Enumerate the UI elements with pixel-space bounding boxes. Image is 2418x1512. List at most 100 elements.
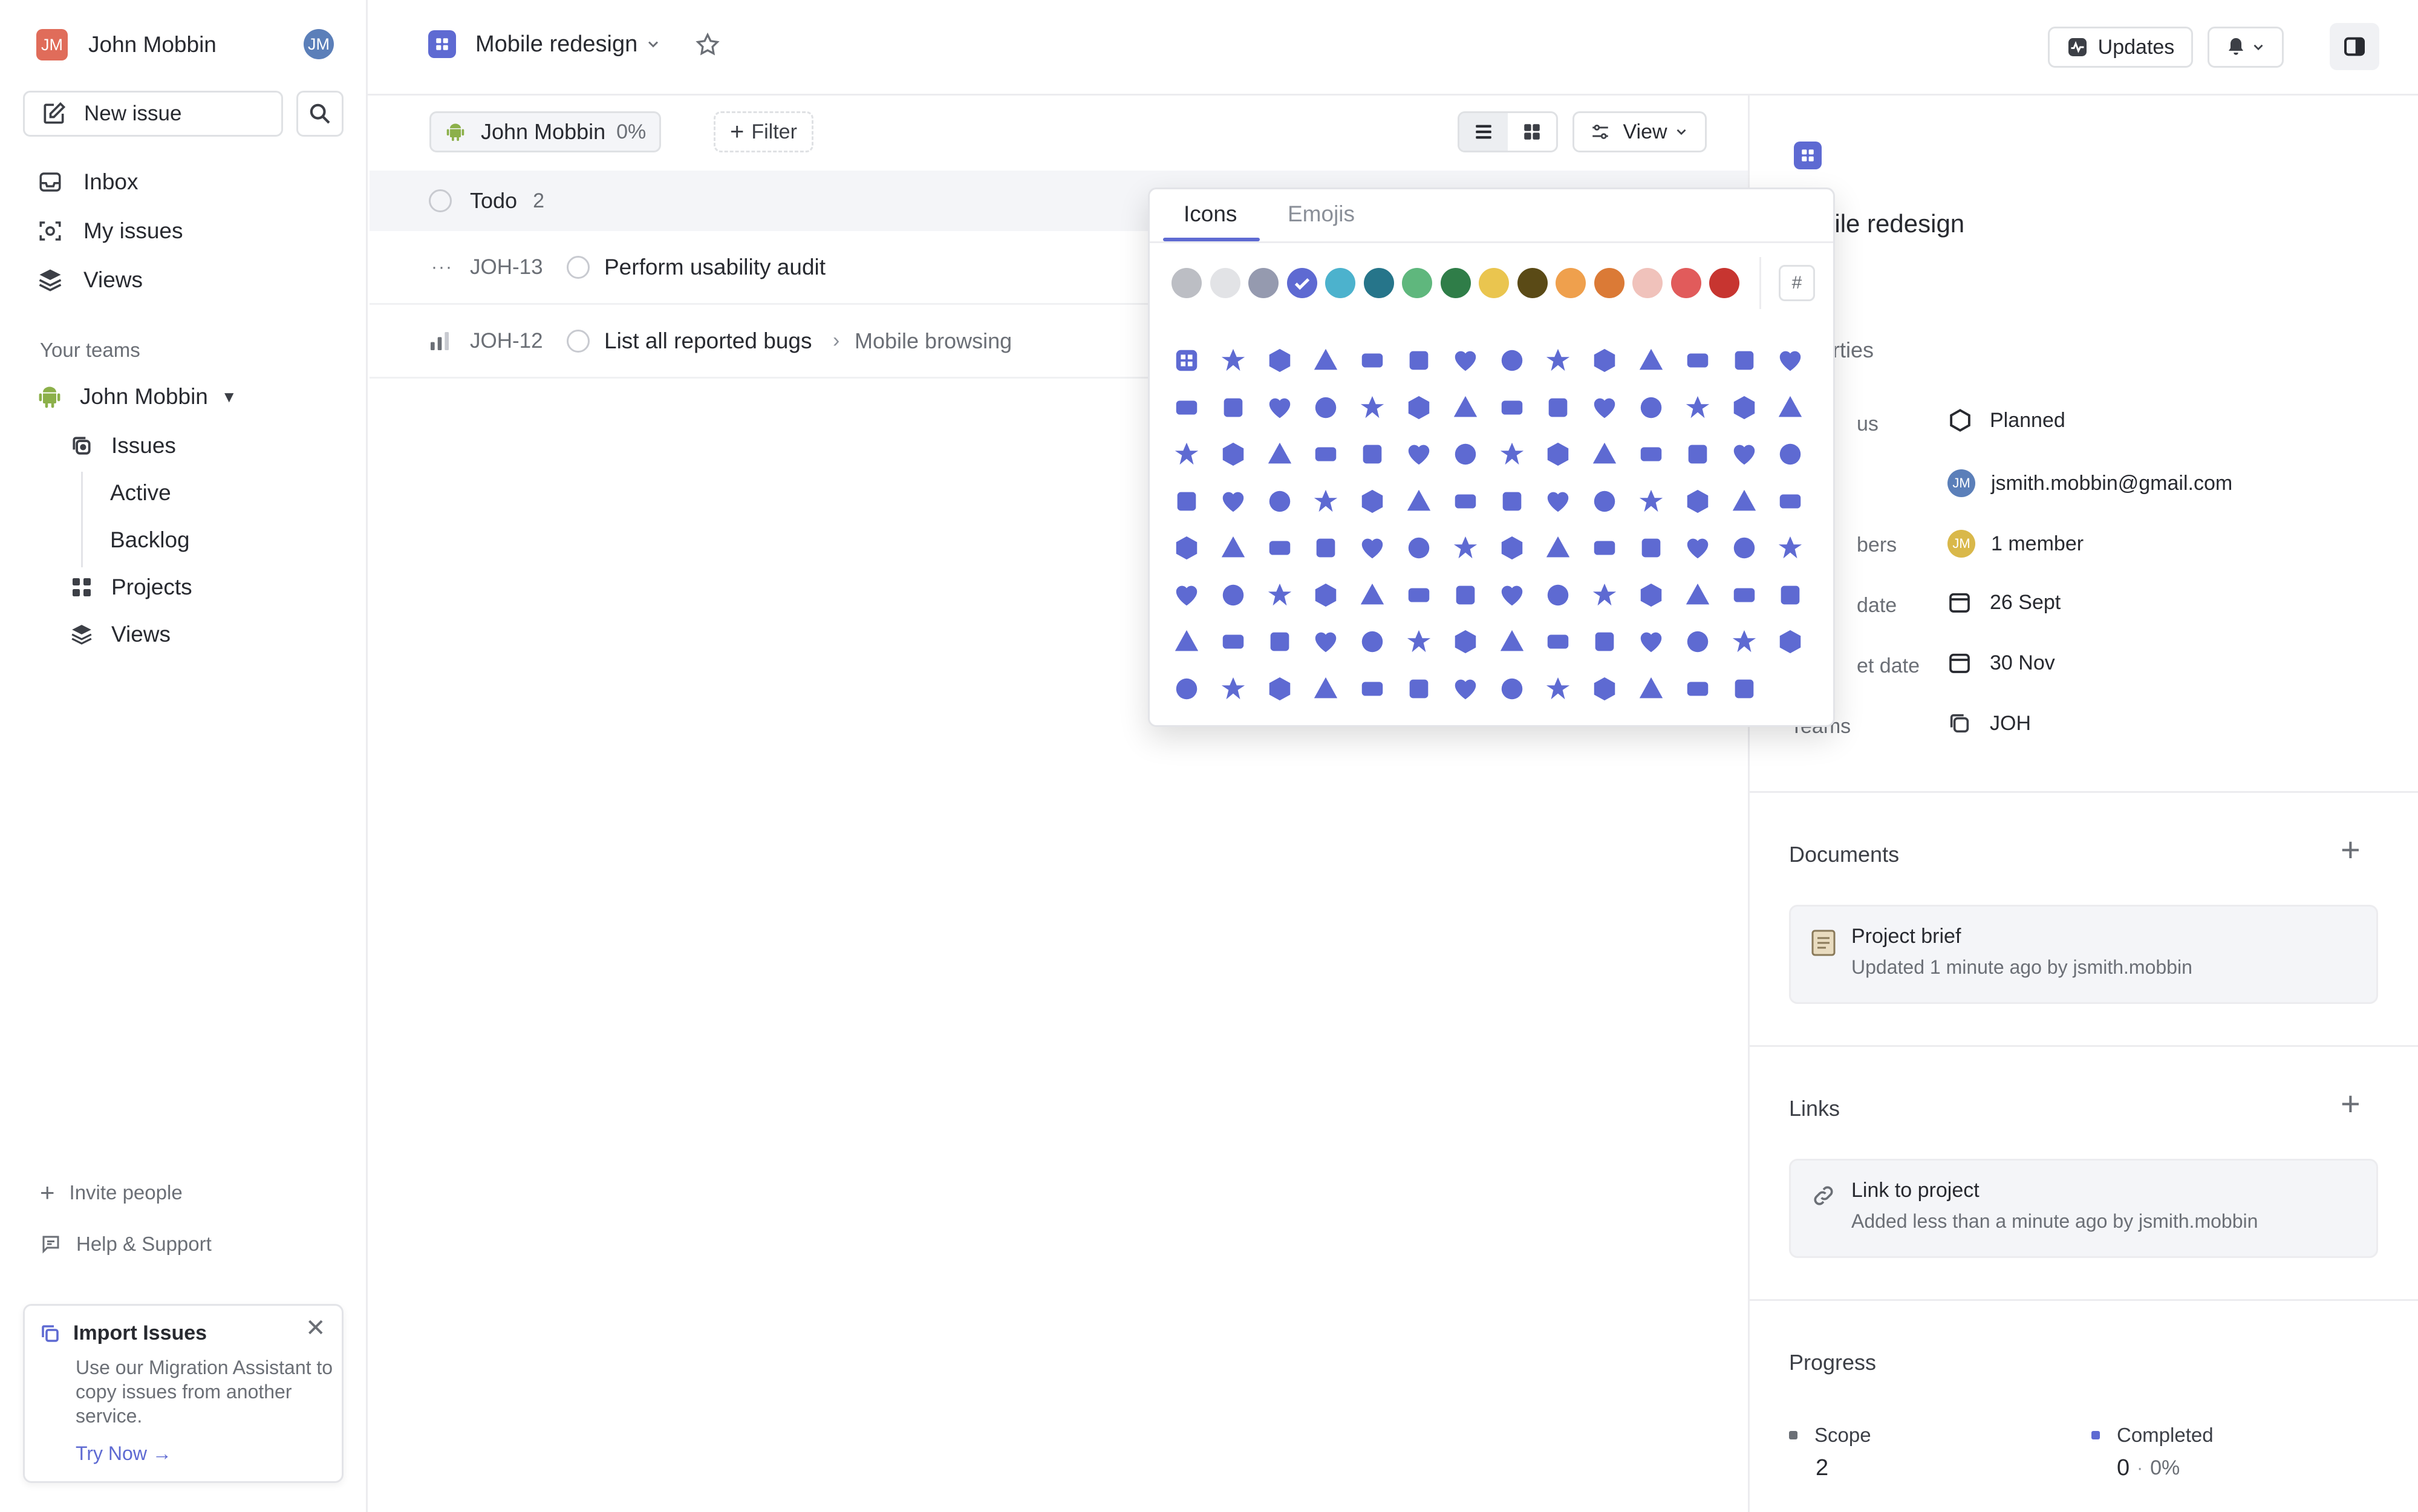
status-value[interactable]: Planned xyxy=(1947,408,2065,433)
picker-icon[interactable] xyxy=(1405,487,1433,515)
color-swatch[interactable] xyxy=(1556,268,1586,298)
picker-icon[interactable] xyxy=(1544,347,1572,374)
picker-icon[interactable] xyxy=(1637,581,1665,609)
picker-icon[interactable] xyxy=(1173,628,1201,656)
tab-emojis[interactable]: Emojis xyxy=(1288,201,1355,227)
invite-people-link[interactable]: + Invite people xyxy=(40,1178,183,1207)
picker-icon[interactable] xyxy=(1219,534,1247,562)
picker-icon[interactable] xyxy=(1730,581,1758,609)
picker-icon[interactable] xyxy=(1498,347,1526,374)
picker-icon[interactable] xyxy=(1266,394,1294,422)
picker-icon[interactable] xyxy=(1312,394,1340,422)
team-projects[interactable]: Projects xyxy=(68,566,370,608)
notifications-button[interactable] xyxy=(2208,27,2284,68)
updates-button[interactable]: Updates xyxy=(2048,27,2193,68)
picker-icon[interactable] xyxy=(1312,628,1340,656)
picker-icon[interactable] xyxy=(1173,534,1201,562)
picker-icon[interactable] xyxy=(1358,581,1386,609)
picker-icon[interactable] xyxy=(1637,440,1665,468)
picker-icon[interactable] xyxy=(1591,487,1618,515)
team-filter-chip[interactable]: John Mobbin 0% xyxy=(429,111,662,152)
picker-icon[interactable] xyxy=(1730,675,1758,703)
picker-icon[interactable] xyxy=(1405,440,1433,468)
color-swatch[interactable] xyxy=(1670,268,1701,298)
picker-icon[interactable] xyxy=(1684,581,1712,609)
picker-icon[interactable] xyxy=(1266,534,1294,562)
nav-inbox[interactable]: Inbox xyxy=(36,161,339,203)
picker-icon[interactable] xyxy=(1498,628,1526,656)
list-layout-button[interactable] xyxy=(1459,113,1508,151)
picker-icon[interactable] xyxy=(1266,628,1294,656)
picker-icon[interactable] xyxy=(1219,440,1247,468)
picker-icon[interactable] xyxy=(1358,394,1386,422)
picker-icon[interactable] xyxy=(1173,347,1201,374)
picker-icon[interactable] xyxy=(1266,487,1294,515)
picker-icon[interactable] xyxy=(1730,628,1758,656)
picker-icon[interactable] xyxy=(1591,581,1618,609)
toggle-panel-button[interactable] xyxy=(2330,23,2379,70)
picker-icon[interactable] xyxy=(1591,675,1618,703)
color-swatch[interactable] xyxy=(1440,268,1471,298)
picker-icon[interactable] xyxy=(1266,675,1294,703)
color-swatch[interactable] xyxy=(1402,268,1432,298)
workspace-switcher[interactable]: JM John Mobbin xyxy=(36,29,217,60)
picker-icon[interactable] xyxy=(1776,628,1804,656)
picker-icon[interactable] xyxy=(1637,394,1665,422)
picker-icon[interactable] xyxy=(1312,440,1340,468)
picker-icon[interactable] xyxy=(1312,534,1340,562)
picker-icon[interactable] xyxy=(1776,487,1804,515)
picker-icon[interactable] xyxy=(1684,347,1712,374)
view-options-button[interactable]: View xyxy=(1572,111,1707,152)
close-icon[interactable]: ✕ xyxy=(305,1314,326,1342)
status-icon[interactable] xyxy=(567,329,590,353)
color-swatch[interactable] xyxy=(1594,268,1624,298)
color-swatch[interactable] xyxy=(1210,268,1240,298)
project-breadcrumb[interactable]: Mobile redesign xyxy=(428,30,662,58)
color-swatch[interactable] xyxy=(1286,268,1317,298)
team-backlog[interactable]: Backlog xyxy=(110,519,412,561)
picker-icon[interactable] xyxy=(1684,440,1712,468)
picker-icon[interactable] xyxy=(1405,394,1433,422)
picker-icon[interactable] xyxy=(1358,628,1386,656)
picker-icon[interactable] xyxy=(1544,675,1572,703)
picker-icon[interactable] xyxy=(1173,487,1201,515)
picker-icon[interactable] xyxy=(1266,440,1294,468)
picker-icon[interactable] xyxy=(1776,440,1804,468)
nav-my-issues[interactable]: My issues xyxy=(36,210,339,252)
board-layout-button[interactable] xyxy=(1508,113,1556,151)
picker-icon[interactable] xyxy=(1405,675,1433,703)
project-icon[interactable] xyxy=(1794,142,1822,169)
picker-icon[interactable] xyxy=(1219,675,1247,703)
picker-icon[interactable] xyxy=(1358,347,1386,374)
picker-icon[interactable] xyxy=(1219,628,1247,656)
picker-icon[interactable] xyxy=(1637,487,1665,515)
picker-icon[interactable] xyxy=(1498,394,1526,422)
add-link-icon[interactable]: + xyxy=(2341,1084,2361,1123)
picker-icon[interactable] xyxy=(1452,628,1479,656)
teams-value[interactable]: JOH xyxy=(1947,711,2031,735)
lead-value[interactable]: JM jsmith.mobbin@gmail.com xyxy=(1947,469,2232,497)
filter-button[interactable]: + Filter xyxy=(714,111,813,152)
picker-icon[interactable] xyxy=(1544,581,1572,609)
picker-icon[interactable] xyxy=(1544,394,1572,422)
picker-icon[interactable] xyxy=(1776,581,1804,609)
team-active[interactable]: Active xyxy=(110,472,412,514)
picker-icon[interactable] xyxy=(1544,628,1572,656)
picker-icon[interactable] xyxy=(1358,675,1386,703)
panel-project-title[interactable]: bile redesign xyxy=(1820,209,1964,238)
color-swatch[interactable] xyxy=(1172,268,1202,298)
picker-icon[interactable] xyxy=(1358,440,1386,468)
picker-icon[interactable] xyxy=(1358,534,1386,562)
picker-icon[interactable] xyxy=(1730,440,1758,468)
start-date-value[interactable]: 26 Sept xyxy=(1947,590,2061,614)
picker-icon[interactable] xyxy=(1637,675,1665,703)
picker-icon[interactable] xyxy=(1591,534,1618,562)
picker-icon[interactable] xyxy=(1637,628,1665,656)
picker-icon[interactable] xyxy=(1173,440,1201,468)
picker-icon[interactable] xyxy=(1498,581,1526,609)
link-card[interactable]: Link to project Added less than a minute… xyxy=(1789,1159,2378,1258)
color-swatch[interactable] xyxy=(1363,268,1394,298)
color-swatch[interactable] xyxy=(1709,268,1739,298)
picker-icon[interactable] xyxy=(1266,347,1294,374)
color-swatch[interactable] xyxy=(1325,268,1355,298)
